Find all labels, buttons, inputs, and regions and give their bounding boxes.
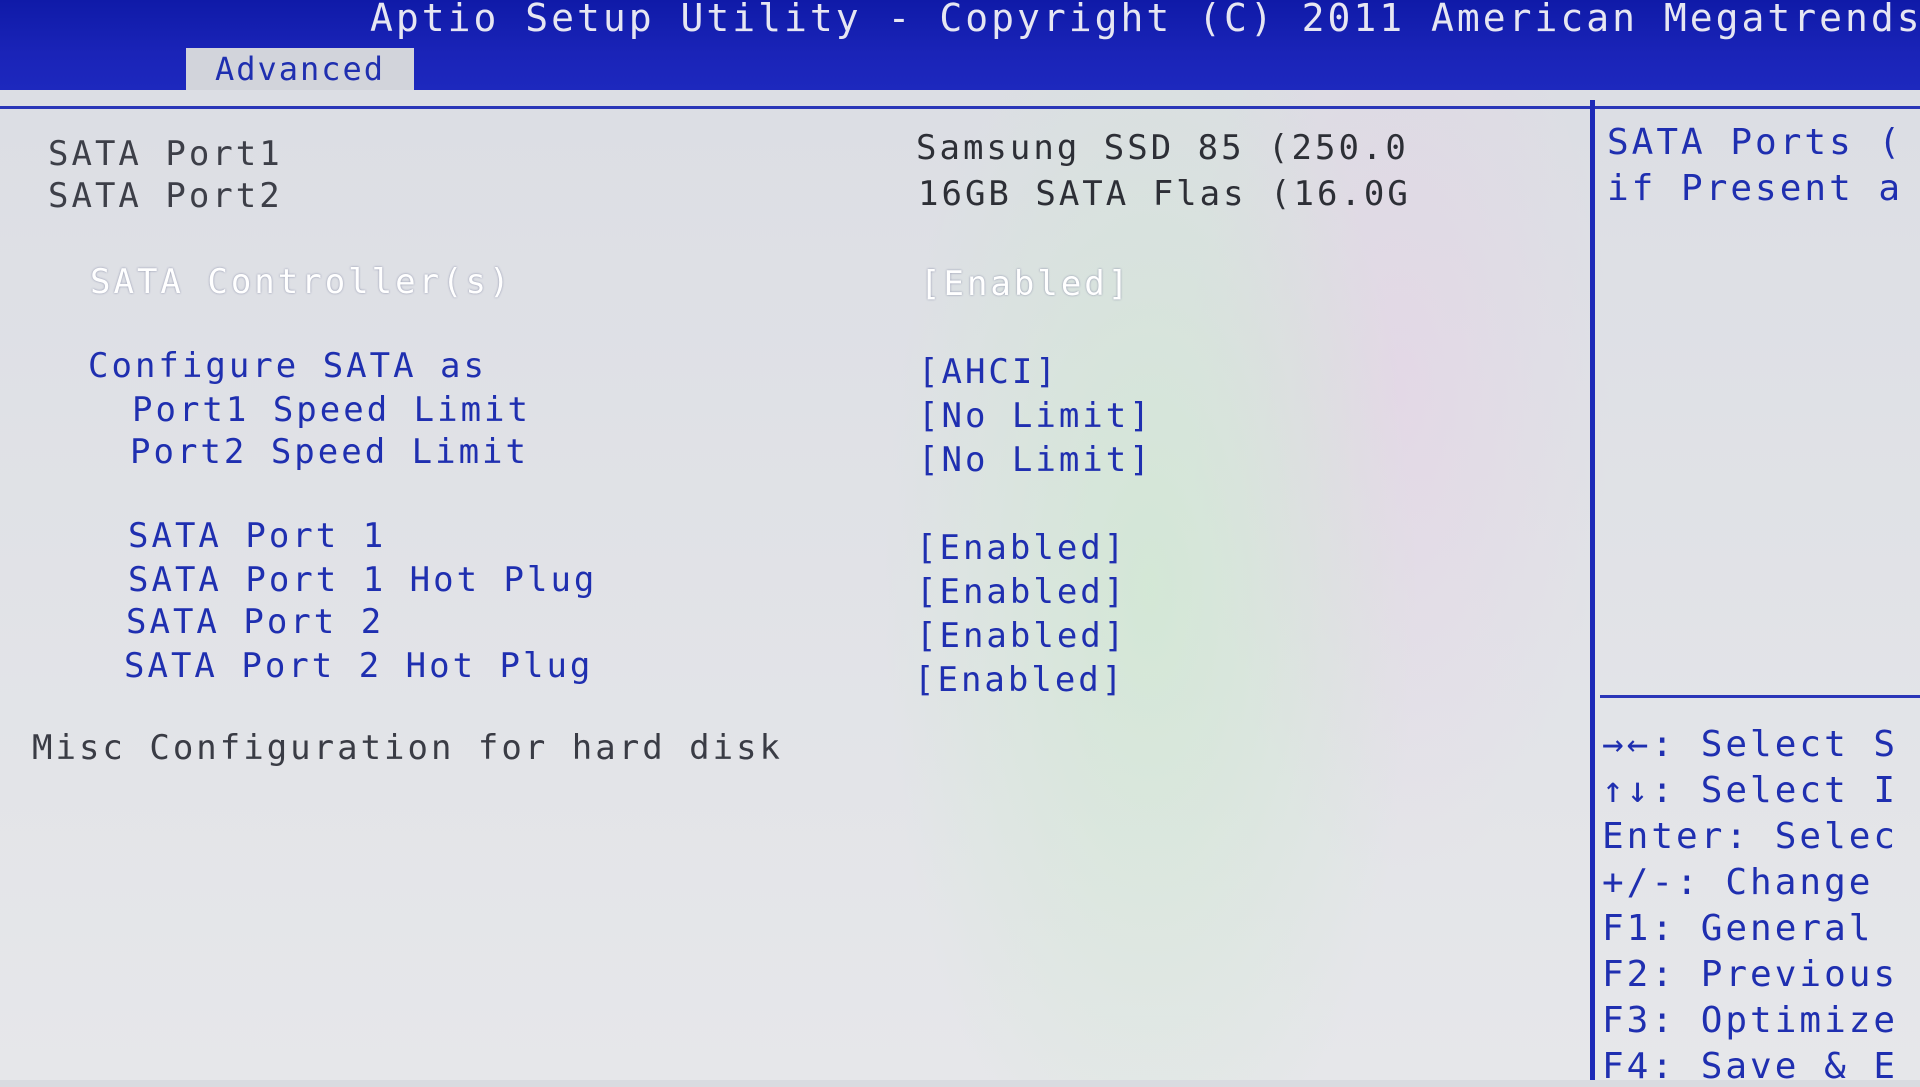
value-sata-controllers[interactable]: [Enabled] [920,264,1131,304]
key-plus-minus: +/-: Change [1602,862,1874,903]
setting-port2-speed-limit[interactable]: Port2 Speed Limit [130,432,529,472]
setting-sata-port-1[interactable]: SATA Port 1 [128,516,386,556]
value-configure-sata-as[interactable]: [AHCI] [918,352,1059,392]
setting-sata-port-2-hot-plug[interactable]: SATA Port 2 Hot Plug [124,646,593,686]
key-up-down: ↑↓: Select I [1602,770,1899,811]
value-sata-port-1[interactable]: [Enabled] [916,528,1127,568]
sata-port1-label: SATA Port1 [48,134,283,174]
setting-configure-sata-as[interactable]: Configure SATA as [88,346,487,386]
app-title: Aptio Setup Utility - Copyright (C) 2011… [370,0,1920,40]
value-port2-speed-limit[interactable]: [No Limit] [918,440,1153,480]
value-sata-port-2[interactable]: [Enabled] [916,616,1127,656]
setting-port1-speed-limit[interactable]: Port1 Speed Limit [132,390,531,430]
key-enter: Enter: Selec [1602,816,1899,857]
misc-configuration-text: Misc Configuration for hard disk [32,728,784,768]
sata-port2-device: 16GB SATA Flas (16.0G [918,174,1411,214]
value-sata-port-1-hot-plug[interactable]: [Enabled] [916,572,1127,612]
sata-port1-device: Samsung SSD 85 (250.0 [916,128,1409,168]
help-divider [1600,695,1920,698]
value-port1-speed-limit[interactable]: [No Limit] [918,396,1153,436]
value-sata-port-2-hot-plug[interactable]: [Enabled] [914,660,1125,700]
panel-divider [1590,100,1595,1080]
key-f2: F2: Previous [1602,954,1899,995]
key-f3: F3: Optimize [1602,1000,1899,1041]
help-line-1: SATA Ports ( [1607,122,1904,163]
help-line-2: if Present a [1607,168,1904,209]
sata-port2-label: SATA Port2 [48,176,283,216]
frame-line [0,106,1920,109]
setting-sata-port-2[interactable]: SATA Port 2 [126,602,384,642]
setting-sata-controllers[interactable]: SATA Controller(s) [90,262,512,302]
key-f1: F1: General [1602,908,1874,949]
title-bar: Aptio Setup Utility - Copyright (C) 2011… [0,0,1920,90]
key-left-right: →←: Select S [1602,724,1899,765]
setting-sata-port-1-hot-plug[interactable]: SATA Port 1 Hot Plug [128,560,597,600]
tab-advanced[interactable]: Advanced [186,48,414,90]
key-f4: F4: Save & E [1602,1046,1899,1087]
